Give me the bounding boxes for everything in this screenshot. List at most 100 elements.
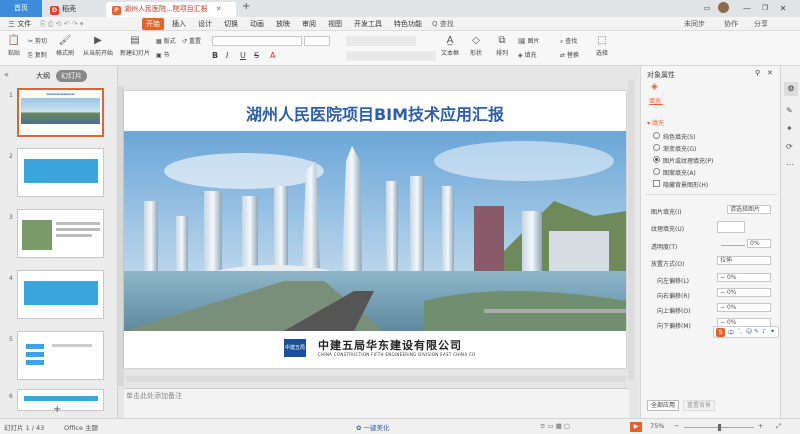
notes-pane[interactable]: 单击此处添加备注 (124, 388, 629, 418)
company-name[interactable]: 中建五局华东建设有限公司 (318, 337, 462, 353)
slide-thumbnail-2[interactable] (17, 148, 104, 197)
transparency-slider[interactable] (721, 245, 745, 246)
picture-button[interactable]: 🖼 图片 (518, 36, 540, 45)
menu-slideshow[interactable]: 放映 (272, 18, 294, 30)
vertical-scrollbar[interactable] (628, 80, 634, 380)
paste-button[interactable]: 📋 粘贴 (6, 35, 22, 57)
outline-tab[interactable]: 大纲 (36, 71, 50, 81)
sogou-s-icon[interactable]: S (716, 328, 725, 337)
skin-icon[interactable]: ✦ (770, 328, 775, 335)
pattern-fill-radio[interactable] (653, 168, 660, 175)
offset-right-input[interactable]: − 0% (717, 288, 771, 297)
reset-background-button[interactable]: 重置背景 (683, 400, 715, 411)
more-tools-icon[interactable]: ⋯ (786, 160, 794, 169)
picture-fill-radio[interactable] (653, 156, 660, 163)
animation-icon[interactable]: ✦ (786, 124, 793, 133)
shape-button[interactable]: ◇ 形状 (466, 35, 486, 57)
collab-button[interactable]: 协作 (720, 18, 742, 30)
tab-home[interactable]: 首页 (0, 0, 42, 17)
apply-all-button[interactable]: 全部应用 (647, 400, 679, 411)
transparency-input[interactable]: 0% (747, 239, 771, 248)
font-size-select[interactable] (304, 36, 330, 46)
tab-daoke[interactable]: D 稻壳 (44, 2, 104, 17)
menu-start[interactable]: 开始 (142, 18, 164, 30)
replace-button[interactable]: ⇄ 替换 (560, 50, 579, 59)
select-button[interactable]: ⬚ 选择 (592, 35, 612, 57)
solid-fill-radio[interactable] (653, 132, 660, 139)
ime-mode-chinese[interactable]: 中 (728, 328, 734, 337)
find-button[interactable]: ⌕ 查找 (560, 36, 577, 46)
strikethrough-button[interactable]: S (254, 51, 259, 60)
quick-access-icons[interactable]: ⎘ ⎙ ⟲ ↶ ↷ ▾ (36, 18, 87, 30)
slide-thumbnail-1[interactable]: ▬▬▬▬▬▬▬▬▬▬ (17, 88, 104, 137)
share-button[interactable]: 分享 (750, 18, 772, 30)
slide-thumbnail-5[interactable] (17, 331, 104, 380)
tab-close-icon[interactable]: ✕ (216, 5, 222, 13)
pin-icon[interactable]: ⚲ (755, 69, 760, 77)
minus-icon[interactable]: − (720, 289, 727, 296)
menu-review[interactable]: 审阅 (298, 18, 320, 30)
ime-toolbar[interactable]: S 中 ʻ, ☺ ✎ ♪ ✦ (713, 326, 779, 338)
zoom-slider-thumb[interactable] (718, 424, 721, 431)
city-image[interactable] (124, 131, 626, 331)
slide-thumbnail-4[interactable] (17, 270, 104, 319)
theme-name[interactable]: Office 主题 (64, 422, 98, 432)
bold-button[interactable]: B (212, 51, 218, 60)
placement-select[interactable]: 拉伸 (717, 256, 771, 265)
company-name-en[interactable]: CHINA CONSTRUCTION FIFTH ENGINEERING DIV… (318, 352, 475, 357)
minimize-icon[interactable]: — (740, 2, 754, 15)
beautify-button[interactable]: ✿ 一键美化 (356, 422, 390, 432)
menu-view[interactable]: 视图 (324, 18, 346, 30)
format-painter-button[interactable]: 🖌 格式刷 (54, 35, 76, 57)
avatar[interactable] (718, 2, 729, 13)
underline-button[interactable]: U (240, 51, 246, 60)
zoom-level[interactable]: 75% (650, 422, 664, 430)
zoom-in-icon[interactable]: + (758, 422, 763, 430)
new-tab-icon[interactable]: + (242, 1, 250, 12)
menu-transition[interactable]: 切换 (220, 18, 242, 30)
italic-button[interactable]: I (226, 51, 228, 60)
menu-insert[interactable]: 插入 (168, 18, 190, 30)
backup-icon[interactable]: ⟳ (786, 142, 793, 151)
gradient-fill-radio[interactable] (653, 144, 660, 151)
slide-canvas[interactable]: 湖州人民医院项目BIM技术应用汇报 中建五局 中建五局华东建设有限公司 CHIN… (124, 91, 626, 368)
section-button[interactable]: ▣ 节 (156, 50, 170, 59)
texture-select[interactable] (717, 221, 745, 233)
horizontal-scrollbar[interactable] (126, 376, 626, 382)
panel-close-icon[interactable]: ✕ (767, 69, 773, 77)
textbox-button[interactable]: A̲ 文本框 (440, 35, 460, 57)
format-icon[interactable]: ✎ (786, 106, 793, 115)
reset-button[interactable]: ↺ 重置 (182, 36, 201, 45)
slide-thumbnail-3[interactable] (17, 209, 104, 258)
font-name-select[interactable] (212, 36, 302, 46)
minus-icon[interactable]: − (720, 319, 727, 326)
offset-left-input[interactable]: − 0% (717, 273, 771, 282)
offset-up-input[interactable]: − 0% (717, 303, 771, 312)
punctuation-icon[interactable]: ʻ, (738, 328, 742, 335)
window-layout-icon[interactable]: ▭ (700, 2, 714, 15)
unsync-status[interactable]: 未同步 (680, 18, 709, 30)
font-color-icon[interactable]: A (270, 51, 275, 60)
fill-bucket-icon[interactable]: ◈ (651, 82, 658, 92)
view-mode-icons[interactable]: ≡ ▭ ▦ ▢ (540, 422, 570, 430)
menu-design[interactable]: 设计 (194, 18, 216, 30)
picture-source-select[interactable]: 请选择图片 (727, 205, 771, 214)
minus-icon[interactable]: − (720, 274, 727, 281)
menu-search[interactable]: Q 查找 (428, 18, 458, 30)
hide-bg-checkbox[interactable] (653, 180, 660, 187)
slideshow-play-icon[interactable]: ▶ (630, 422, 642, 432)
handwrite-icon[interactable]: ✎ (754, 328, 759, 335)
menu-animation[interactable]: 动画 (246, 18, 268, 30)
alignment-tools[interactable] (346, 51, 436, 61)
play-from-current-button[interactable]: ▶ 从当前开始 (80, 35, 116, 57)
new-slide-button[interactable]: ▤ 新建幻灯片 (118, 35, 152, 57)
fill-button[interactable]: ◈ 填充 (518, 50, 537, 59)
fill-section[interactable]: ▾ 填充 (647, 118, 664, 127)
zoom-out-icon[interactable]: − (674, 422, 679, 430)
slide-title[interactable]: 湖州人民医院项目BIM技术应用汇报 (124, 101, 626, 125)
minus-icon[interactable]: − (720, 304, 727, 311)
collapse-panel-icon[interactable]: « (4, 70, 9, 79)
menu-file[interactable]: 三 文件 (4, 18, 35, 30)
fit-window-icon[interactable]: ⤢ (776, 422, 781, 431)
emoji-icon[interactable]: ☺ (746, 328, 752, 335)
